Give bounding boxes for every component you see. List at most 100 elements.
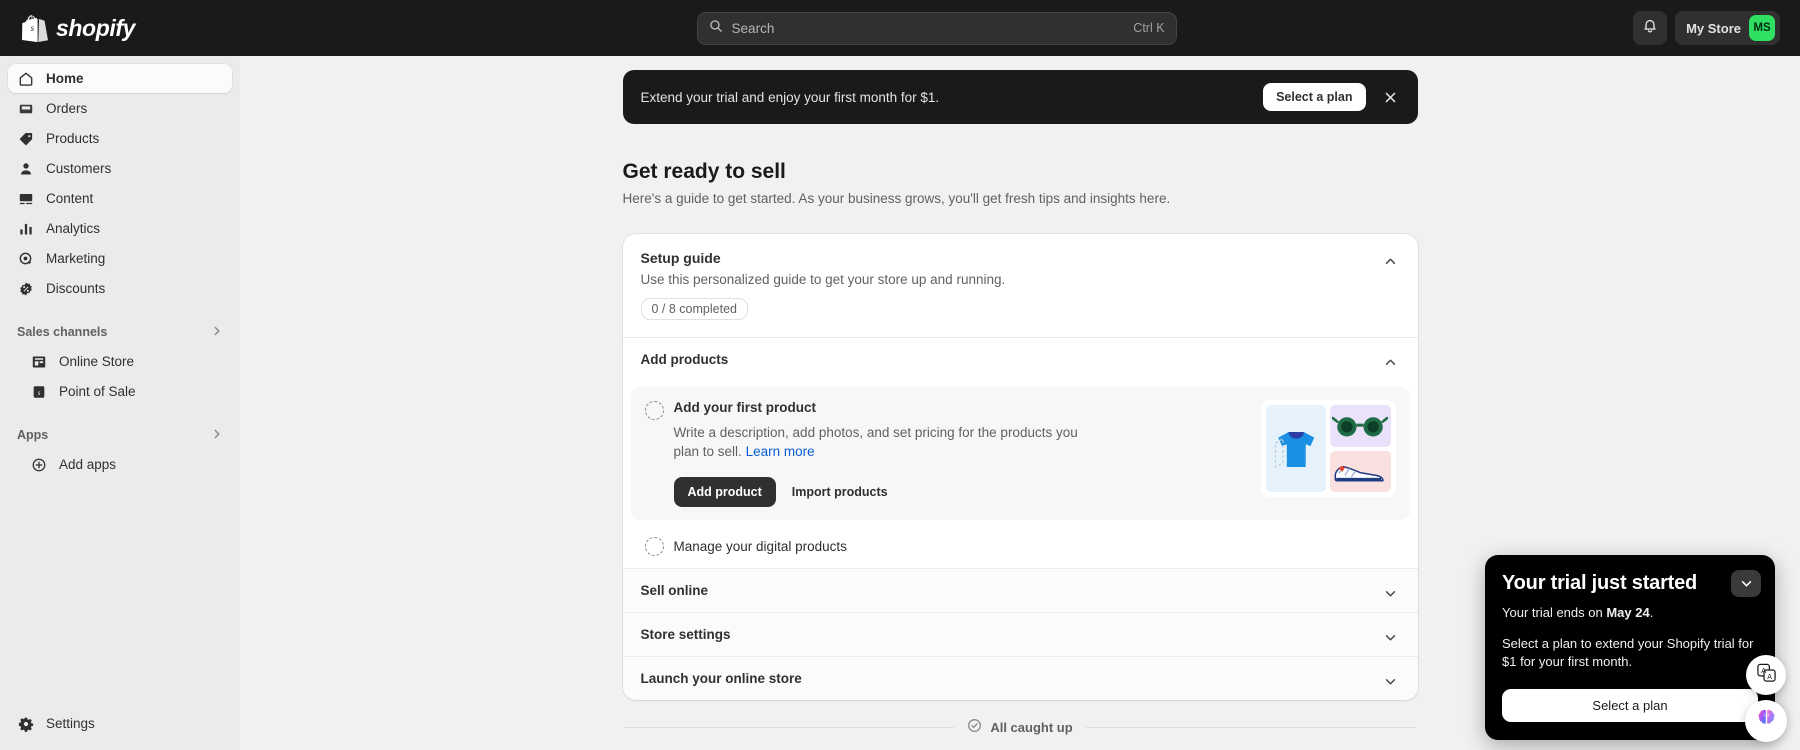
sidebar-group-label: Sales channels [17, 325, 211, 339]
gear-icon [17, 715, 35, 733]
analytics-bars-icon [17, 220, 35, 238]
section-launch-online-store[interactable]: Launch your online store [623, 656, 1418, 700]
sidebar-item-online-store[interactable]: Online Store [8, 347, 232, 376]
chevron-up-icon[interactable] [1380, 351, 1402, 373]
chevron-down-icon[interactable] [1380, 582, 1402, 604]
store-switcher[interactable]: My Store MS [1675, 11, 1780, 45]
section-label: Add products [641, 352, 729, 367]
sidebar-item-label: Settings [46, 716, 95, 731]
promo-select-plan-button[interactable]: Select a plan [1263, 83, 1365, 111]
page-title: Get ready to sell [623, 160, 1418, 184]
sidebar-group-apps[interactable]: Apps [8, 420, 232, 450]
shopify-bag-logo-icon: s [22, 14, 48, 42]
setup-guide-header[interactable]: Setup guide Use this personalized guide … [623, 234, 1418, 337]
import-products-button[interactable]: Import products [786, 477, 894, 507]
marketing-target-icon [17, 250, 35, 268]
trial-popover-body: Select a plan to extend your Shopify tri… [1502, 635, 1758, 672]
chevron-down-icon[interactable] [1380, 626, 1402, 648]
trial-popover-subtitle: Your trial ends on May 24. [1502, 605, 1758, 620]
sunglasses-thumb [1330, 405, 1391, 447]
sidebar-item-orders[interactable]: Orders [8, 94, 232, 123]
orders-inbox-icon [17, 100, 35, 118]
storefront-icon [30, 353, 48, 371]
chevron-down-icon[interactable] [1731, 570, 1761, 597]
chevron-up-icon[interactable] [1380, 250, 1402, 272]
task-button-row: Add product Import products [674, 477, 1251, 507]
avatar: MS [1749, 15, 1775, 41]
shopify-wordmark: shopify [56, 15, 135, 42]
dashed-circle-icon[interactable] [645, 537, 664, 556]
trial-popover-title: Your trial just started [1502, 572, 1758, 595]
section-store-settings[interactable]: Store settings [623, 612, 1418, 656]
sidebar-group-sales-channels[interactable]: Sales channels [8, 317, 232, 347]
chevron-right-icon [211, 325, 223, 340]
store-name: My Store [1686, 21, 1741, 36]
main-inner: Extend your trial and enjoy your first m… [623, 56, 1418, 736]
check-circle-icon [967, 718, 982, 736]
pos-bag-icon: s [30, 383, 48, 401]
sidebar-item-label: Products [46, 131, 99, 146]
search-input[interactable]: Search Ctrl K [697, 12, 1177, 45]
promo-banner: Extend your trial and enjoy your first m… [623, 70, 1418, 124]
sidebar-item-content[interactable]: Content [8, 184, 232, 213]
sidebar-item-label: Content [46, 191, 93, 206]
task-title: Manage your digital products [674, 539, 847, 554]
divider-left [624, 727, 954, 728]
product-thumbnails [1261, 400, 1396, 497]
trial-select-plan-button[interactable]: Select a plan [1502, 689, 1758, 722]
sidebar-item-customers[interactable]: Customers [8, 154, 232, 183]
top-bar: s shopify Search Ctrl K [0, 0, 1800, 56]
sidebar-item-label: Discounts [46, 281, 105, 296]
ai-assistant-button[interactable] [1745, 700, 1787, 742]
home-icon [17, 70, 35, 88]
page-subtitle: Here's a guide to get started. As your b… [623, 191, 1418, 206]
add-product-button[interactable]: Add product [674, 477, 776, 507]
task-description-text: Write a description, add photos, and set… [674, 425, 1078, 459]
notifications-button[interactable] [1633, 11, 1667, 45]
sidebar-item-discounts[interactable]: Discounts [8, 274, 232, 303]
task-add-first-product[interactable]: Add your first product Write a descripti… [631, 387, 1410, 520]
setup-guide-progress-badge: 0 / 8 completed [641, 298, 748, 320]
sidebar-item-analytics[interactable]: Analytics [8, 214, 232, 243]
sidebar-item-label: Add apps [59, 457, 116, 472]
translate-button[interactable]: A A [1746, 655, 1786, 695]
chevron-down-icon[interactable] [1380, 670, 1402, 692]
tshirt-thumb [1266, 405, 1327, 492]
sidebar-item-label: Analytics [46, 221, 100, 236]
content-image-icon [17, 190, 35, 208]
plus-circle-icon [30, 456, 48, 474]
section-add-products[interactable]: Add products [623, 337, 1418, 381]
divider-right [1086, 727, 1416, 728]
search-icon [709, 19, 723, 38]
sidebar-spacer [8, 480, 232, 709]
sidebar-item-add-apps[interactable]: Add apps [8, 450, 232, 479]
task-title: Add your first product [674, 400, 1251, 415]
task-description: Write a description, add photos, and set… [674, 423, 1104, 461]
sidebar-item-settings[interactable]: Settings [8, 709, 232, 738]
section-sell-online[interactable]: Sell online [623, 568, 1418, 612]
task-content: Add your first product Write a descripti… [674, 400, 1251, 507]
shopify-brand[interactable]: s shopify [0, 14, 240, 42]
discount-badge-icon [17, 280, 35, 298]
all-caught-up-text: All caught up [967, 718, 1072, 736]
setup-guide-card: Setup guide Use this personalized guide … [623, 234, 1418, 700]
sidebar-item-marketing[interactable]: Marketing [8, 244, 232, 273]
trial-subtitle-suffix: . [1650, 605, 1654, 620]
sidebar-item-label: Customers [46, 161, 111, 176]
learn-more-link[interactable]: Learn more [746, 444, 815, 459]
sidebar-item-products[interactable]: Products [8, 124, 232, 153]
dashed-circle-icon[interactable] [645, 401, 664, 420]
all-caught-up-footer: All caught up [623, 718, 1418, 736]
sidebar-item-label: Online Store [59, 354, 134, 369]
section-label: Sell online [641, 583, 709, 598]
sidebar-item-home[interactable]: Home [8, 64, 232, 93]
translate-icon: A A [1756, 662, 1777, 688]
sidebar-item-label: Point of Sale [59, 384, 136, 399]
section-label: Launch your online store [641, 671, 802, 686]
close-icon[interactable] [1378, 84, 1404, 110]
svg-text:s: s [31, 23, 35, 33]
search-shortcut: Ctrl K [1133, 21, 1164, 35]
sneaker-thumb [1330, 451, 1391, 493]
task-manage-digital-products[interactable]: Manage your digital products [623, 524, 1418, 568]
sidebar-item-point-of-sale[interactable]: s Point of Sale [8, 377, 232, 406]
